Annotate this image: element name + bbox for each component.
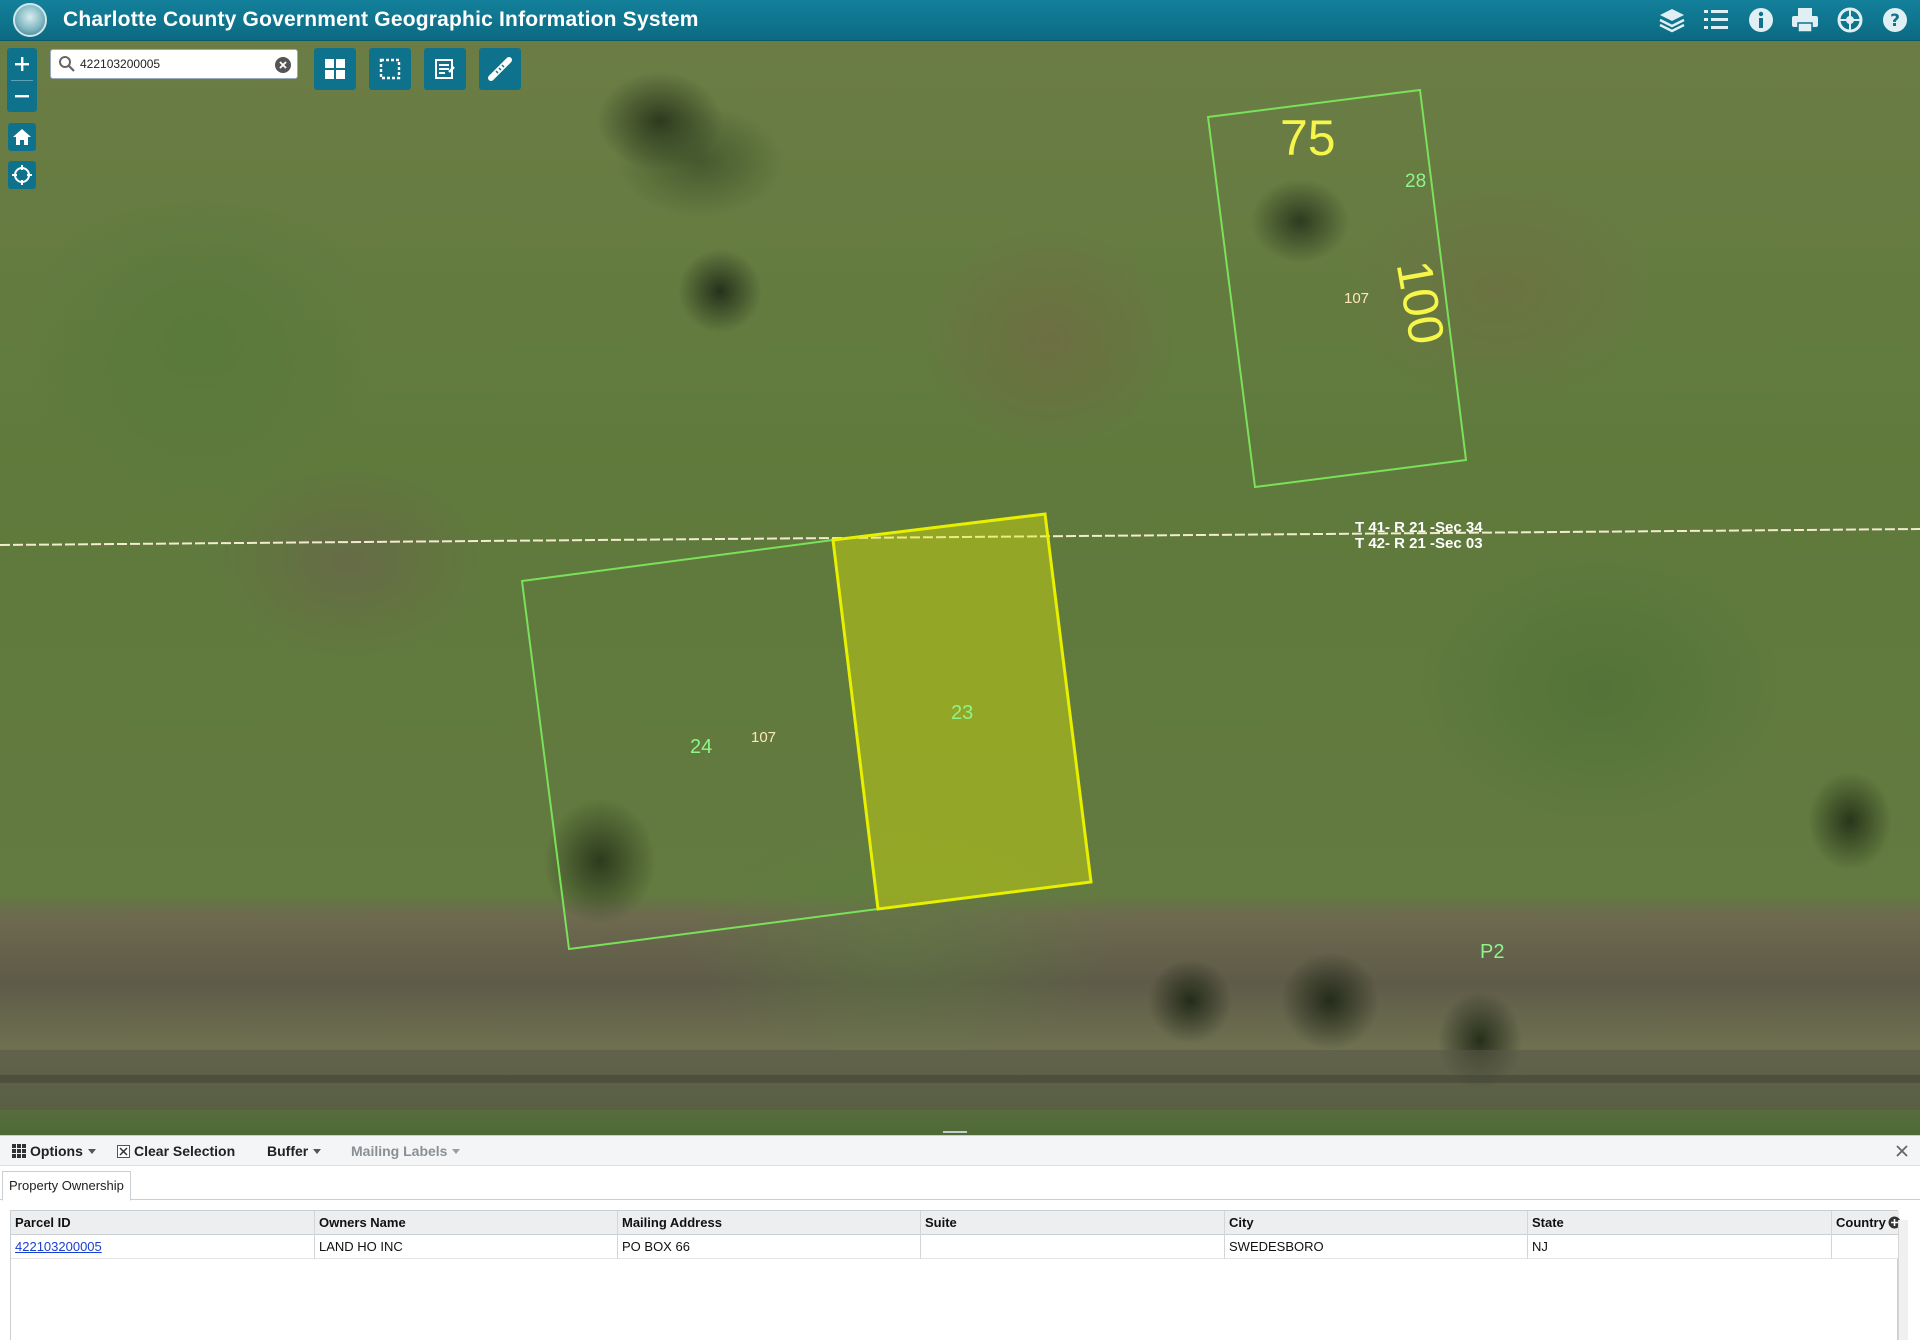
minus-icon (15, 95, 29, 98)
cell-state: NJ (1528, 1235, 1832, 1259)
cell-parcel-id: 422103200005 (11, 1235, 315, 1259)
parcel-front-dim-label: 75 (1280, 110, 1336, 166)
cell-owners-name: LAND HO INC (315, 1235, 618, 1259)
select-box-icon (379, 58, 401, 80)
app-title: Charlotte County Government Geographic I… (63, 8, 699, 31)
column-header-suite[interactable]: Suite (921, 1211, 1225, 1235)
column-header-state[interactable]: State (1528, 1211, 1832, 1235)
chevron-down-icon (452, 1148, 461, 1154)
county-logo-icon (13, 3, 47, 37)
options-label: Options (30, 1143, 83, 1159)
chevron-down-icon (87, 1148, 96, 1154)
zoom-out-button[interactable] (7, 82, 37, 110)
select-extent-button[interactable] (369, 48, 411, 90)
road-track (0, 1075, 1920, 1083)
mailing-labels-menu[interactable]: Mailing Labels (351, 1143, 461, 1159)
close-panel-button[interactable] (1895, 1144, 1909, 1161)
close-icon (279, 61, 287, 69)
notes-icon (435, 59, 455, 79)
close-icon (1896, 1145, 1908, 1157)
legend-list-icon[interactable] (1701, 5, 1731, 35)
cell-suite (921, 1235, 1225, 1259)
panel-tabs: Property Ownership (0, 1166, 1920, 1201)
column-header-city[interactable]: City (1225, 1211, 1528, 1235)
parcel-depth-dim-label: 100 (1386, 256, 1456, 348)
options-menu[interactable]: Options (12, 1143, 96, 1159)
table-row[interactable]: 422103200005 LAND HO INC PO BOX 66 SWEDE… (11, 1235, 1899, 1259)
parcel-24-label: 24 (690, 736, 712, 758)
grid-icon (325, 59, 345, 79)
parcel-28-label: 28 (1405, 171, 1426, 192)
basemap-gallery-button[interactable] (314, 48, 356, 90)
search-input[interactable] (80, 57, 260, 71)
map-canvas: 75 28 100 107 T 41- R 21 -Sec 34 T 42- R… (0, 88, 1920, 1110)
tab-property-ownership[interactable]: Property Ownership (2, 1171, 131, 1201)
svg-text:?: ? (1890, 11, 1900, 31)
block-107-label-top: 107 (1344, 290, 1369, 307)
search-icon (59, 56, 75, 72)
layers-icon[interactable] (1657, 5, 1687, 35)
zoom-in-button[interactable] (7, 50, 37, 78)
parcel-search (50, 49, 298, 79)
buffer-label: Buffer (267, 1143, 309, 1159)
panel-toolbar: Options Clear Selection Buffer Mailing L… (0, 1136, 1920, 1166)
mailing-labels-label: Mailing Labels (351, 1143, 448, 1159)
column-header-parcel-id[interactable]: Parcel ID (11, 1211, 315, 1235)
section-label-upper: T 41- R 21 -Sec 34 (1355, 519, 1483, 536)
block-107-label-bottom: 107 (751, 729, 776, 746)
clear-selection-label: Clear Selection (134, 1143, 236, 1159)
cell-mailing-address: PO BOX 66 (618, 1235, 921, 1259)
section-label-lower: T 42- R 21 -Sec 03 (1355, 535, 1483, 552)
map-view[interactable]: 75 28 100 107 T 41- R 21 -Sec 34 T 42- R… (0, 41, 1920, 1135)
clear-search-button[interactable] (275, 57, 291, 73)
clear-selection-button[interactable]: Clear Selection (117, 1143, 235, 1159)
chevron-down-icon (313, 1148, 322, 1154)
notes-button[interactable] (424, 48, 466, 90)
plus-icon (15, 57, 29, 71)
panel-resize-handle[interactable] (943, 1131, 967, 1133)
info-icon[interactable] (1746, 5, 1776, 35)
buffer-menu[interactable]: Buffer (267, 1143, 322, 1159)
tools-icon[interactable] (1835, 5, 1865, 35)
cell-city: SWEDESBORO (1225, 1235, 1528, 1259)
ownership-table: Parcel ID Owners Name Mailing Address Su… (10, 1210, 1901, 1340)
parcel-23-label: 23 (951, 702, 973, 724)
ruler-icon (488, 57, 512, 81)
parcel-id-link[interactable]: 422103200005 (15, 1239, 102, 1254)
results-panel: Options Clear Selection Buffer Mailing L… (0, 1135, 1920, 1340)
grid-dots-icon (12, 1144, 26, 1158)
column-header-mailing-address[interactable]: Mailing Address (618, 1211, 921, 1235)
table-scrollbar[interactable] (1898, 1220, 1908, 1340)
table-header-row: Parcel ID Owners Name Mailing Address Su… (11, 1211, 1899, 1235)
crosshair-icon (12, 165, 32, 185)
app-header: Charlotte County Government Geographic I… (0, 0, 1920, 41)
help-icon[interactable]: ? (1880, 5, 1910, 35)
cell-country (1832, 1235, 1899, 1259)
measure-button[interactable] (479, 48, 521, 90)
clear-box-icon (117, 1144, 130, 1158)
zoom-controls (7, 48, 37, 112)
locate-button[interactable] (8, 161, 36, 189)
print-icon[interactable] (1790, 5, 1820, 35)
p2-label: P2 (1480, 941, 1504, 963)
home-icon (13, 129, 31, 145)
column-header-owners-name[interactable]: Owners Name (315, 1211, 618, 1235)
home-button[interactable] (8, 123, 36, 151)
